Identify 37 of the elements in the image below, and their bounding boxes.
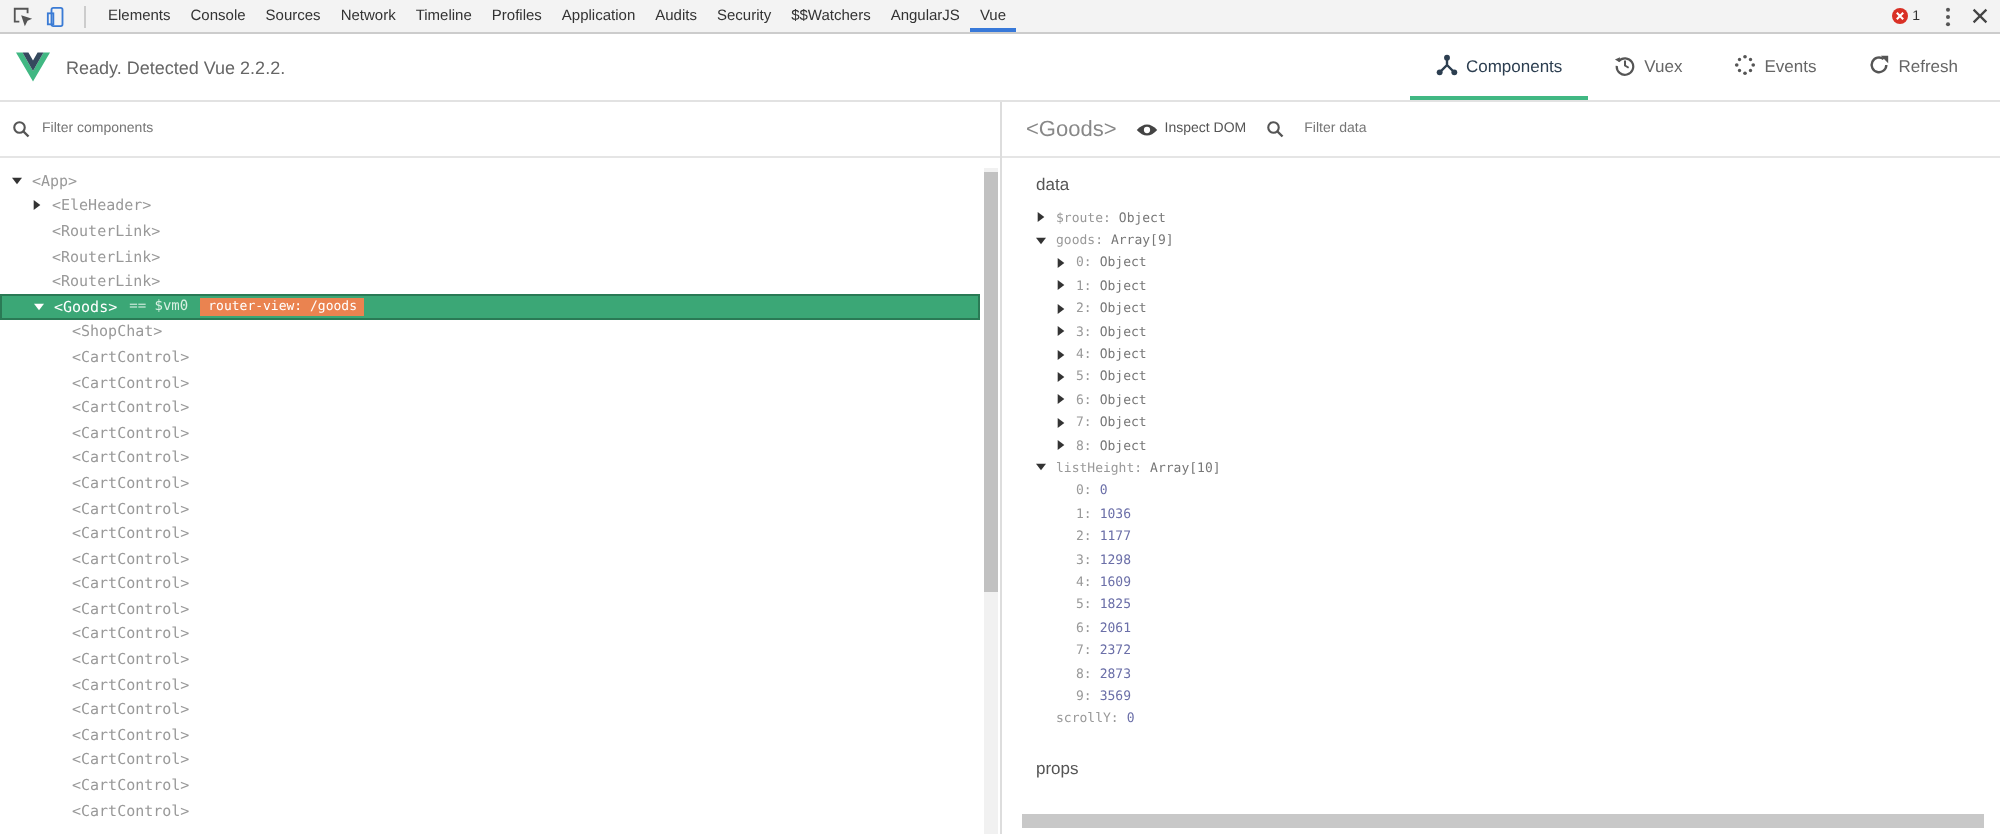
collapsed-arrow-icon[interactable] (1056, 349, 1066, 360)
panel-tab[interactable]: Components (1409, 34, 1589, 100)
device-icon[interactable] (46, 5, 68, 27)
horizontal-scrollbar[interactable] (1022, 814, 1984, 828)
history-icon (1614, 54, 1637, 76)
refresh-button[interactable]: Refresh (1842, 34, 1984, 100)
scrollbar[interactable] (984, 168, 998, 834)
sparkle-icon (1734, 54, 1757, 76)
collapsed-arrow-icon[interactable] (1056, 326, 1066, 337)
section-title: props (1036, 757, 1081, 778)
section-title: data (1036, 174, 1072, 194)
panel-tab[interactable]: Events (1708, 34, 1843, 100)
inspect-element-icon[interactable] (12, 5, 34, 27)
error-icon (1892, 8, 1909, 24)
panel-tab[interactable]: Vuex (1588, 34, 1709, 100)
search-icon (1266, 120, 1285, 138)
expanded-arrow-icon[interactable] (1036, 235, 1046, 246)
collapsed-arrow-icon[interactable] (1056, 440, 1066, 451)
collapsed-arrow-icon[interactable] (1036, 212, 1046, 223)
expanded-arrow-icon[interactable] (1036, 462, 1046, 473)
expanded-arrow-icon[interactable] (12, 175, 22, 186)
collapsed-arrow-icon[interactable] (1056, 394, 1066, 405)
search-icon (12, 120, 30, 138)
collapsed-arrow-icon[interactable] (1056, 371, 1066, 382)
inspected-component-name: <Goods> (1026, 117, 1117, 141)
eye-icon (1136, 121, 1159, 137)
status-message: Ready. Detected Vue 2.2.2. (66, 57, 286, 77)
collapsed-arrow-icon[interactable] (1056, 417, 1066, 428)
refresh-icon (1868, 54, 1891, 76)
close-icon[interactable] (1972, 8, 1988, 24)
collapsed-arrow-icon[interactable] (1056, 280, 1066, 291)
tree-icon (1435, 54, 1458, 76)
collapsed-arrow-icon[interactable] (32, 200, 42, 211)
vue-logo-icon (16, 52, 50, 82)
collapsed-arrow-icon[interactable] (1056, 257, 1066, 268)
more-menu-icon[interactable] (1944, 5, 1952, 27)
collapsed-arrow-icon[interactable] (1056, 303, 1066, 314)
